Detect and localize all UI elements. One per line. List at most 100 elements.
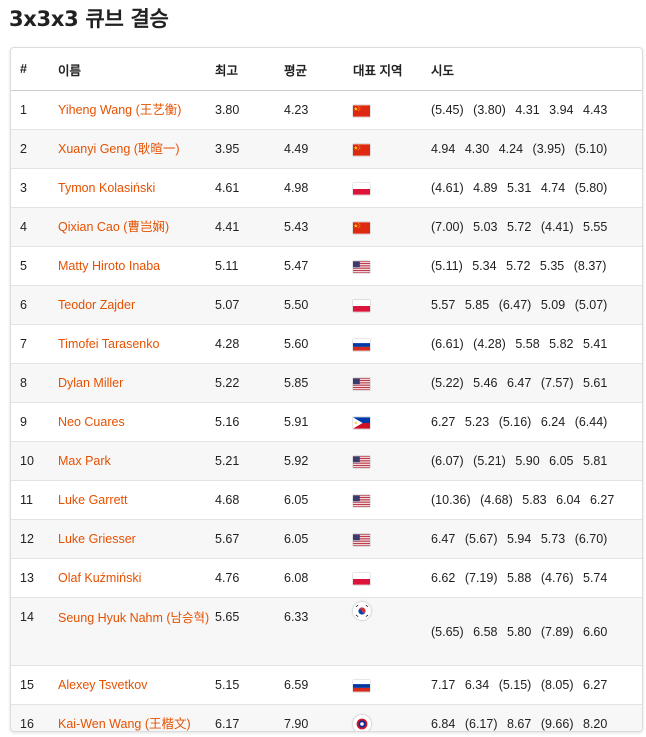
attempt-time: (5.67) — [464, 532, 498, 546]
average-cell: 6.33 — [284, 597, 353, 666]
attempt-time: 6.47 — [431, 532, 456, 546]
attempt-time: 5.94 — [507, 532, 532, 546]
attempts-cell: 7.17 6.34 (5.15) (8.05) 6.27 — [431, 665, 642, 705]
competitor-name-link[interactable]: Xuanyi Geng (耿暄一) — [58, 141, 180, 158]
attempt-time: 6.05 — [549, 454, 574, 468]
average-cell: 6.08 — [284, 558, 353, 598]
rank-cell: 14 — [11, 597, 58, 666]
competitor-name-link[interactable]: Seung Hyuk Nahm (남승혁) — [58, 606, 209, 627]
best-cell: 4.61 — [215, 168, 284, 208]
header-best: 최고 — [215, 48, 284, 91]
attempt-time: 5.81 — [583, 454, 608, 468]
russia-flag-icon — [353, 339, 370, 351]
competitor-name-link[interactable]: Neo Cuares — [58, 414, 125, 431]
name-cell: Matty Hiroto Inaba — [58, 246, 215, 286]
average-cell: 5.85 — [284, 363, 353, 403]
competitor-name-link[interactable]: Tymon Kolasiński — [58, 180, 155, 197]
competitor-name-link[interactable]: Olaf Kuźmiński — [58, 570, 141, 587]
competitor-name-link[interactable]: Luke Garrett — [58, 492, 127, 509]
best-cell: 4.41 — [215, 207, 284, 247]
region-cell — [353, 519, 431, 559]
attempt-time: 5.73 — [540, 532, 566, 546]
average-cell: 5.50 — [284, 285, 353, 325]
rank-cell: 4 — [11, 207, 58, 247]
name-cell: Timofei Tarasenko — [58, 324, 215, 364]
region-cell — [353, 324, 431, 364]
competitor-name-link[interactable]: Matty Hiroto Inaba — [58, 258, 160, 275]
region-cell — [353, 246, 431, 286]
region-cell — [353, 207, 431, 247]
table-row: 16 Kai-Wen Wang (王楷文) 6.17 7.90 6.84 (6.17) 8.… — [11, 704, 642, 732]
attempt-time: (4.76) — [540, 571, 574, 585]
attempts-cell: (4.61) 4.89 5.31 4.74 (5.80) — [431, 168, 642, 208]
rank-cell: 3 — [11, 168, 58, 208]
rank-cell: 8 — [11, 363, 58, 403]
attempt-time: 5.90 — [515, 454, 540, 468]
average-cell: 5.60 — [284, 324, 353, 364]
usa-flag-icon — [353, 495, 370, 507]
attempt-time: 5.34 — [472, 259, 497, 273]
attempt-time: (6.70) — [574, 532, 608, 546]
table-row: 1 Yiheng Wang (王艺衡) 3.80 4.23 (5.45) (3.80) 4.… — [11, 90, 642, 130]
average-cell: 6.05 — [284, 480, 353, 520]
competitor-name-link[interactable]: Max Park — [58, 453, 111, 470]
attempt-time: (5.22) — [431, 376, 464, 390]
name-cell: Yiheng Wang (王艺衡) — [58, 90, 215, 130]
region-cell — [353, 441, 431, 481]
best-cell: 5.16 — [215, 402, 284, 442]
average-cell: 5.92 — [284, 441, 353, 481]
attempt-time: 6.04 — [556, 493, 581, 507]
attempt-time: (8.05) — [540, 678, 574, 692]
rank-cell: 10 — [11, 441, 58, 481]
attempt-time: (5.65) — [431, 624, 464, 639]
attempt-time: (7.89) — [540, 624, 574, 639]
name-cell: Tymon Kolasiński — [58, 168, 215, 208]
rank-cell: 13 — [11, 558, 58, 598]
attempt-time: (8.37) — [573, 259, 607, 273]
competitor-name-link[interactable]: Timofei Tarasenko — [58, 336, 159, 353]
table-header-row: # 이름 최고 평균 대표 지역 시도 — [11, 48, 642, 91]
region-cell — [353, 402, 431, 442]
average-cell: 4.49 — [284, 129, 353, 169]
table-row: 15 Alexey Tsvetkov 5.15 6.59 7.17 6.34 (5.15) (… — [11, 665, 642, 705]
rank-cell: 2 — [11, 129, 58, 169]
table-row: 12 Luke Griesser 5.67 6.05 6.47 (5.67) 5.94 5.7… — [11, 519, 642, 559]
competitor-name-link[interactable]: Luke Griesser — [58, 531, 136, 548]
header-region: 대표 지역 — [353, 48, 431, 91]
average-cell: 5.91 — [284, 402, 353, 442]
competitor-name-link[interactable]: Yiheng Wang (王艺衡) — [58, 102, 181, 119]
competitor-name-link[interactable]: Dylan Miller — [58, 375, 123, 392]
name-cell: Seung Hyuk Nahm (남승혁) — [58, 597, 215, 666]
average-cell: 4.98 — [284, 168, 353, 208]
rank-cell: 9 — [11, 402, 58, 442]
region-cell — [353, 285, 431, 325]
competitor-name-link[interactable]: Alexey Tsvetkov — [58, 677, 147, 694]
average-cell: 5.47 — [284, 246, 353, 286]
competitor-name-link[interactable]: Qixian Cao (曹岂娴) — [58, 219, 169, 236]
attempt-time: (5.80) — [574, 181, 608, 195]
attempt-time: 5.82 — [549, 337, 574, 351]
attempt-time: 4.89 — [473, 181, 498, 195]
attempt-time: (4.28) — [473, 337, 506, 351]
attempts-cell: 6.47 (5.67) 5.94 5.73 (6.70) — [431, 519, 642, 559]
attempt-time: 4.94 — [431, 142, 456, 156]
competitor-name-link[interactable]: Kai-Wen Wang (王楷文) — [58, 716, 191, 732]
attempt-time: 5.85 — [464, 298, 490, 312]
poland-flag-icon — [353, 300, 370, 312]
region-cell — [353, 480, 431, 520]
region-cell — [353, 704, 431, 731]
attempt-time: 6.84 — [431, 717, 456, 731]
table-row: 2 Xuanyi Geng (耿暄一) 3.95 4.49 4.94 4.30 4.24 (3… — [11, 129, 642, 169]
attempts-cell: 6.84 (6.17) 8.67 (9.66) 8.20 — [431, 704, 642, 731]
competitor-name-link[interactable]: Teodor Zajder — [58, 297, 135, 314]
russia-flag-icon — [353, 680, 370, 692]
attempts-cell: 6.62 (7.19) 5.88 (4.76) 5.74 — [431, 558, 642, 598]
name-cell: Dylan Miller — [58, 363, 215, 403]
attempt-time: 5.83 — [522, 493, 547, 507]
attempt-time: 8.20 — [583, 717, 608, 731]
attempt-time: 5.72 — [506, 259, 531, 273]
best-cell: 5.65 — [215, 597, 284, 666]
poland-flag-icon — [353, 573, 370, 585]
attempt-time: (7.57) — [540, 376, 574, 390]
attempt-time: 4.74 — [540, 181, 566, 195]
